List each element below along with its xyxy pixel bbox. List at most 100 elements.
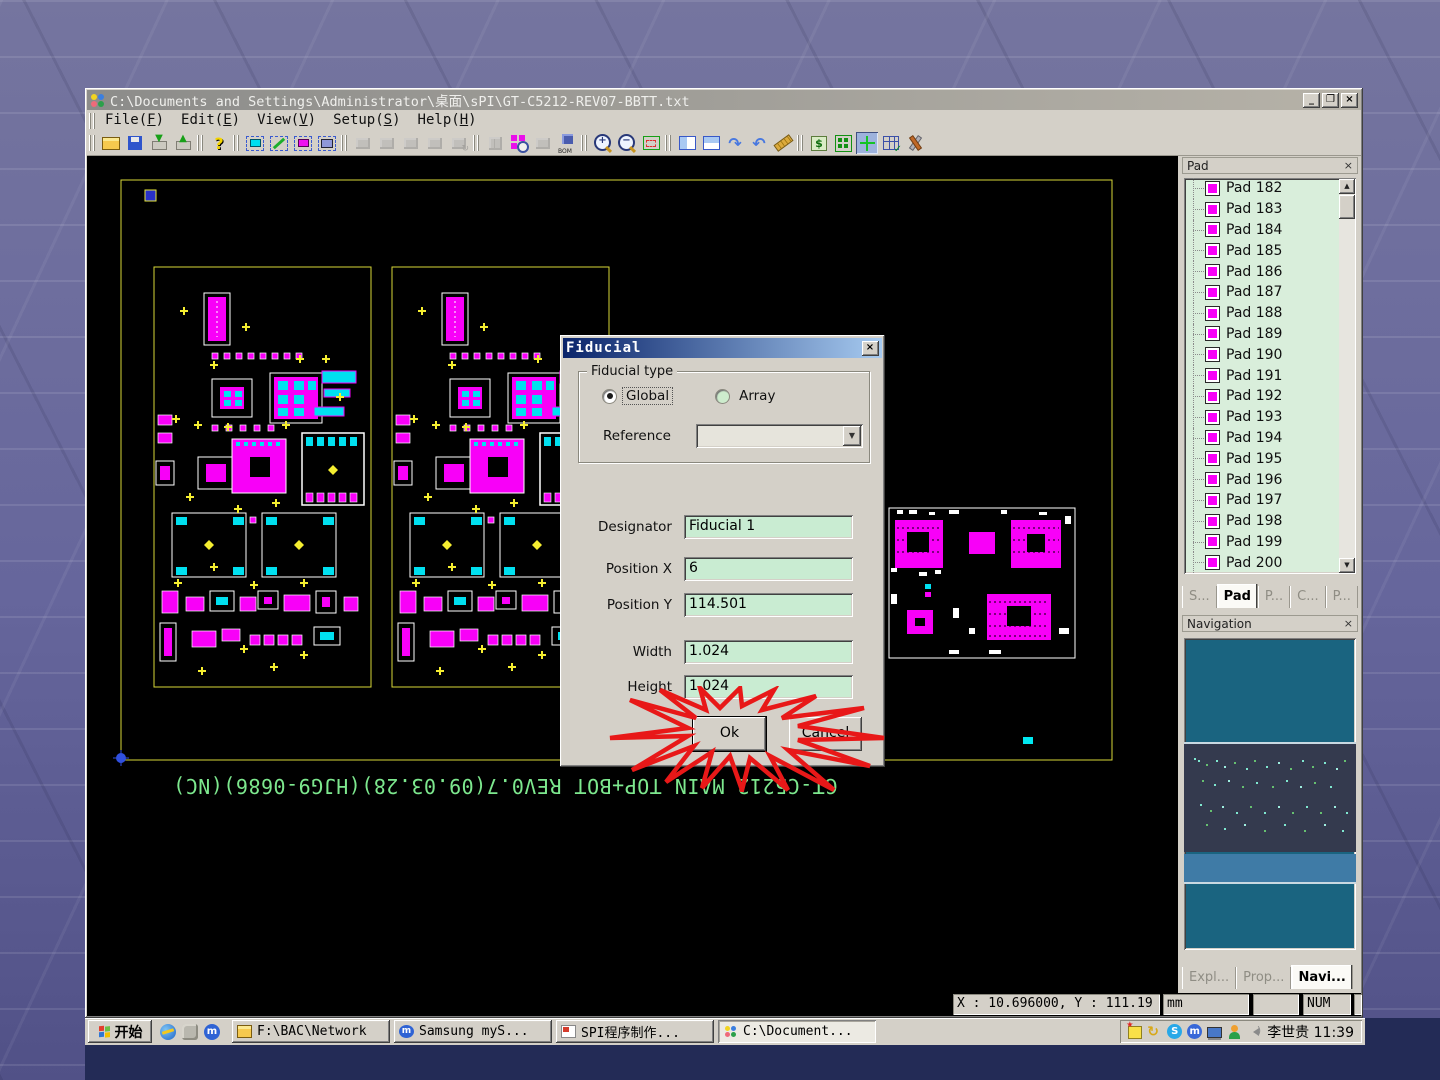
nav-panel-close-icon[interactable]: × <box>1344 618 1353 629</box>
pad-tree-item[interactable]: Pad 187 <box>1184 282 1356 303</box>
nav-tab-0[interactable]: Expl... <box>1182 967 1236 989</box>
paste-a-icon[interactable] <box>376 132 398 154</box>
pad-tree-item[interactable]: Pad 184 <box>1184 220 1356 241</box>
array-icon[interactable] <box>832 132 854 154</box>
pad-tree-item[interactable]: Pad 200 <box>1184 552 1356 573</box>
pad-tab-2[interactable]: P... <box>1258 586 1290 608</box>
field-input-width[interactable]: 1.024 <box>684 640 853 664</box>
display-icon[interactable] <box>1207 1027 1222 1038</box>
skype-icon[interactable] <box>1167 1024 1182 1039</box>
pad-tree-item[interactable]: Pad 188 <box>1184 303 1356 324</box>
save-icon[interactable] <box>124 132 146 154</box>
pad-tree-item[interactable]: Pad 182 <box>1184 178 1356 199</box>
crosshair-icon[interactable] <box>856 132 878 154</box>
pad-tree-item[interactable]: Pad 193 <box>1184 407 1356 428</box>
pad-tree-item[interactable]: Pad 196 <box>1184 469 1356 490</box>
zoom-fit-icon[interactable] <box>640 132 662 154</box>
menu-setup[interactable]: Setup(S) <box>327 111 411 130</box>
pad-scrollbar[interactable]: ▲ ▼ <box>1339 179 1355 573</box>
volume-icon[interactable] <box>1247 1024 1262 1039</box>
close-button[interactable]: × <box>1341 93 1358 108</box>
pad-tree-item[interactable]: Pad 185 <box>1184 240 1356 261</box>
pad-tree[interactable]: Pad 182Pad 183Pad 184Pad 185Pad 186Pad 1… <box>1184 178 1356 574</box>
pad-tree-item[interactable]: Pad 195 <box>1184 448 1356 469</box>
group-pads-icon[interactable] <box>424 132 446 154</box>
currency-icon[interactable] <box>808 132 830 154</box>
navigation-thumbnail[interactable] <box>1184 638 1356 950</box>
pad-tab-4[interactable]: P... <box>1326 586 1358 608</box>
rotate-pads-icon[interactable] <box>448 132 470 154</box>
pad-tab-3[interactable]: C... <box>1290 586 1325 608</box>
export-icon[interactable] <box>172 132 194 154</box>
quick-launch-app-icon[interactable] <box>182 1024 198 1040</box>
radio-option-global[interactable]: Global <box>603 388 672 404</box>
paste-b-icon[interactable] <box>400 132 422 154</box>
pad-tree-item[interactable]: Pad 198 <box>1184 511 1356 532</box>
open-icon[interactable] <box>100 132 122 154</box>
bom-icon[interactable] <box>556 132 578 154</box>
reference-combobox[interactable]: ▼ <box>696 424 863 448</box>
start-button[interactable]: 开始 <box>88 1020 152 1043</box>
pad-tree-item[interactable]: Pad 197 <box>1184 490 1356 511</box>
menu-view[interactable]: View(V) <box>251 111 327 130</box>
taskbar-task-1[interactable]: Samsung myS... <box>394 1020 552 1043</box>
measure-icon[interactable] <box>772 132 794 154</box>
field-input-height[interactable]: 1.024 <box>684 675 853 699</box>
pad-tree-item[interactable]: Pad 194 <box>1184 428 1356 449</box>
pad-search-icon[interactable] <box>508 132 530 154</box>
quick-launch-browser-icon[interactable] <box>160 1024 176 1040</box>
select-pad-icon[interactable] <box>292 132 314 154</box>
menu-grip[interactable] <box>89 113 96 129</box>
chevron-down-icon[interactable]: ▼ <box>843 426 861 446</box>
minimize-button[interactable]: _ <box>1303 93 1320 108</box>
split-horizontal-icon[interactable] <box>700 132 722 154</box>
dialog-close-button[interactable]: × <box>862 341 879 356</box>
nav-panel-header[interactable]: Navigation × <box>1182 615 1358 632</box>
stencil-icon[interactable] <box>352 132 374 154</box>
select-rect-icon[interactable] <box>244 132 266 154</box>
zoom-out-icon[interactable] <box>616 132 638 154</box>
nav-tab-2[interactable]: Navi... <box>1291 965 1352 989</box>
pad-tree-item[interactable]: Pad 199 <box>1184 532 1356 553</box>
cancel-button[interactable]: Cancel <box>789 717 862 751</box>
field-input-position-x[interactable]: 6 <box>684 557 853 581</box>
pad-tab-0[interactable]: S... <box>1182 586 1217 608</box>
menu-edit[interactable]: Edit(E) <box>175 111 251 130</box>
undo-icon[interactable] <box>748 132 770 154</box>
title-bar[interactable]: C:\Documents and Settings\Administrator\… <box>87 90 1361 110</box>
field-input-position-y[interactable]: 114.501 <box>684 593 853 617</box>
scroll-thumb[interactable] <box>1339 195 1355 219</box>
quick-launch-m-icon[interactable] <box>204 1024 220 1040</box>
field-input-designator[interactable]: Fiducial 1 <box>684 515 853 539</box>
menu-file[interactable]: File(F) <box>99 111 175 130</box>
scroll-up-icon[interactable]: ▲ <box>1339 179 1355 194</box>
help-icon[interactable] <box>208 132 230 154</box>
split-vertical-icon[interactable] <box>676 132 698 154</box>
menu-help[interactable]: Help(H) <box>412 111 488 130</box>
grid-check-icon[interactable] <box>880 132 902 154</box>
taskbar-task-0[interactable]: F:\BAC\Network <box>232 1020 390 1043</box>
import-icon[interactable] <box>148 132 170 154</box>
zoom-in-icon[interactable] <box>592 132 614 154</box>
restore-button[interactable]: ❐ <box>1322 93 1339 108</box>
pad-tree-item[interactable]: Pad 191 <box>1184 365 1356 386</box>
pad-tab-1[interactable]: Pad <box>1217 584 1258 608</box>
maxthon-icon[interactable] <box>1187 1024 1202 1039</box>
pad-panel-close-icon[interactable]: × <box>1344 160 1353 171</box>
dialog-title-bar[interactable]: Fiducial × <box>563 338 882 358</box>
messenger-icon[interactable] <box>1227 1024 1242 1039</box>
scroll-down-icon[interactable]: ▼ <box>1339 558 1355 573</box>
sticky-note-icon[interactable] <box>1128 1026 1142 1039</box>
draw-line-icon[interactable] <box>268 132 290 154</box>
apply-icon[interactable] <box>532 132 554 154</box>
pad-tree-item[interactable]: Pad 189 <box>1184 324 1356 345</box>
radio-option-array[interactable]: Array <box>716 388 778 404</box>
tools-icon[interactable] <box>904 132 926 154</box>
pad-tree-item[interactable]: Pad 192 <box>1184 386 1356 407</box>
taskbar-task-3[interactable]: C:\Document... <box>718 1020 876 1043</box>
pad-tree-item[interactable]: Pad 186 <box>1184 261 1356 282</box>
nav-tab-1[interactable]: Prop... <box>1236 967 1291 989</box>
align-icon[interactable] <box>484 132 506 154</box>
pad-tree-item[interactable]: Pad 183 <box>1184 199 1356 220</box>
select-comp-icon[interactable] <box>316 132 338 154</box>
